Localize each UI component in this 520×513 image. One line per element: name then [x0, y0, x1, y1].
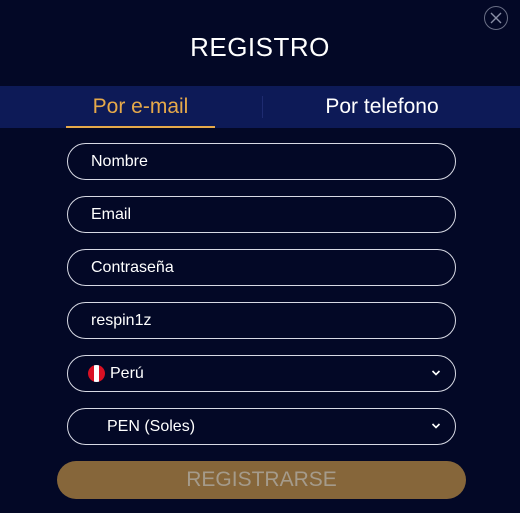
password-field	[67, 249, 456, 286]
modal-title: REGISTRO	[190, 32, 330, 62]
promo-code-input[interactable]	[68, 303, 455, 338]
peru-flag-icon	[88, 365, 105, 382]
register-button[interactable]: REGISTRARSE	[57, 461, 466, 499]
registration-modal: REGISTRO Por e-mail Por telefono Perú PE…	[0, 0, 520, 513]
promo-code-field	[67, 302, 456, 339]
close-button[interactable]	[484, 6, 508, 30]
tab-bar: Por e-mail Por telefono	[0, 86, 520, 128]
name-field	[67, 143, 456, 180]
tab-phone[interactable]: Por telefono	[290, 86, 474, 128]
chevron-down-icon	[431, 423, 441, 429]
password-input[interactable]	[68, 250, 455, 285]
email-field	[67, 196, 456, 233]
chevron-down-icon	[431, 370, 441, 376]
name-input[interactable]	[68, 144, 455, 179]
country-select[interactable]: Perú	[67, 355, 456, 392]
tab-divider	[262, 96, 263, 118]
currency-select[interactable]: PEN (Soles)	[67, 408, 456, 445]
close-icon	[490, 12, 502, 24]
currency-value: PEN (Soles)	[107, 418, 196, 435]
email-input[interactable]	[68, 197, 455, 232]
country-value: Perú	[110, 365, 144, 382]
tab-email[interactable]: Por e-mail	[66, 86, 215, 128]
